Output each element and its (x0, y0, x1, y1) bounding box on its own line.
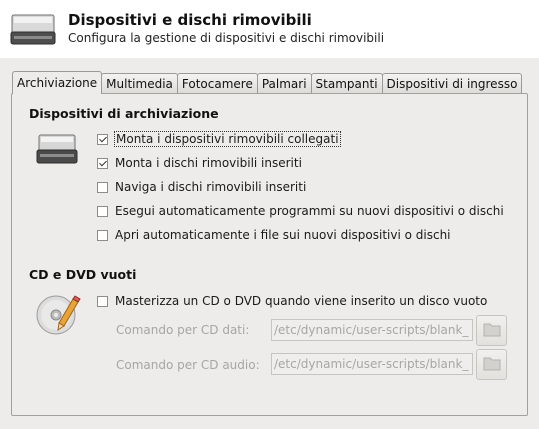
option-autorun[interactable]: Esegui automaticamente programmi su nuov… (97, 204, 504, 218)
drive-icon (10, 12, 56, 49)
checkbox[interactable] (97, 181, 108, 193)
page-subtitle: Configura la gestione di dispositivi e d… (68, 31, 385, 45)
data-cd-command-label: Comando per CD dati: (116, 323, 250, 337)
option-mount-devices[interactable]: Monta i dispositivi rimovibili collegati (97, 131, 341, 147)
audio-cd-browse-button[interactable] (476, 349, 507, 380)
data-cd-command-input[interactable]: /etc/dynamic/user-scripts/blank_ (271, 319, 473, 341)
folder-icon (483, 355, 501, 374)
option-label: Monta i dischi rimovibili inseriti (115, 156, 302, 170)
header: Dispositivi e dischi rimovibili Configur… (0, 0, 539, 58)
option-label: Naviga i dischi rimovibili inseriti (115, 180, 307, 194)
folder-icon (483, 321, 501, 340)
audio-cd-command-input[interactable]: /etc/dynamic/user-scripts/blank_ (271, 353, 473, 375)
option-mount-disks[interactable]: Monta i dischi rimovibili inseriti (97, 156, 302, 170)
drive-icon (36, 132, 78, 169)
data-cd-browse-button[interactable] (476, 315, 507, 346)
checkbox[interactable] (97, 295, 108, 307)
tab-panel: Dispositivi di archiviazione Monta i dis… (11, 93, 528, 416)
option-burn-blank[interactable]: Masterizza un CD o DVD quando viene inse… (97, 294, 487, 308)
tab-dispositivi-ingresso[interactable]: Dispositivi di ingresso (381, 73, 523, 93)
tab-fotocamere[interactable]: Fotocamere (176, 73, 258, 93)
option-autoopen[interactable]: Apri automaticamente i file sui nuovi di… (97, 228, 451, 242)
option-label: Esegui automaticamente programmi su nuov… (115, 204, 504, 218)
checkbox[interactable] (97, 229, 108, 241)
cd-section-title: CD e DVD vuoti (29, 267, 137, 282)
cd-burn-icon (35, 293, 81, 340)
storage-section-title: Dispositivi di archiviazione (29, 106, 219, 121)
checkbox[interactable] (97, 133, 108, 145)
tab-stampanti[interactable]: Stampanti (310, 73, 383, 93)
checkbox[interactable] (97, 157, 108, 169)
tab-bar: Archiviazione Multimedia Fotocamere Palm… (12, 71, 523, 94)
checkbox[interactable] (97, 205, 108, 217)
page-title: Dispositivi e dischi rimovibili (68, 11, 312, 29)
tab-multimedia[interactable]: Multimedia (101, 73, 178, 93)
tab-palmari[interactable]: Palmari (256, 73, 312, 93)
tab-archiviazione[interactable]: Archiviazione (12, 71, 103, 94)
option-browse-disks[interactable]: Naviga i dischi rimovibili inseriti (97, 180, 306, 194)
option-label: Apri automaticamente i file sui nuovi di… (115, 228, 451, 242)
option-label: Masterizza un CD o DVD quando viene inse… (115, 294, 488, 308)
option-label: Monta i dispositivi rimovibili collegati (114, 131, 341, 147)
audio-cd-command-label: Comando per CD audio: (116, 358, 260, 372)
